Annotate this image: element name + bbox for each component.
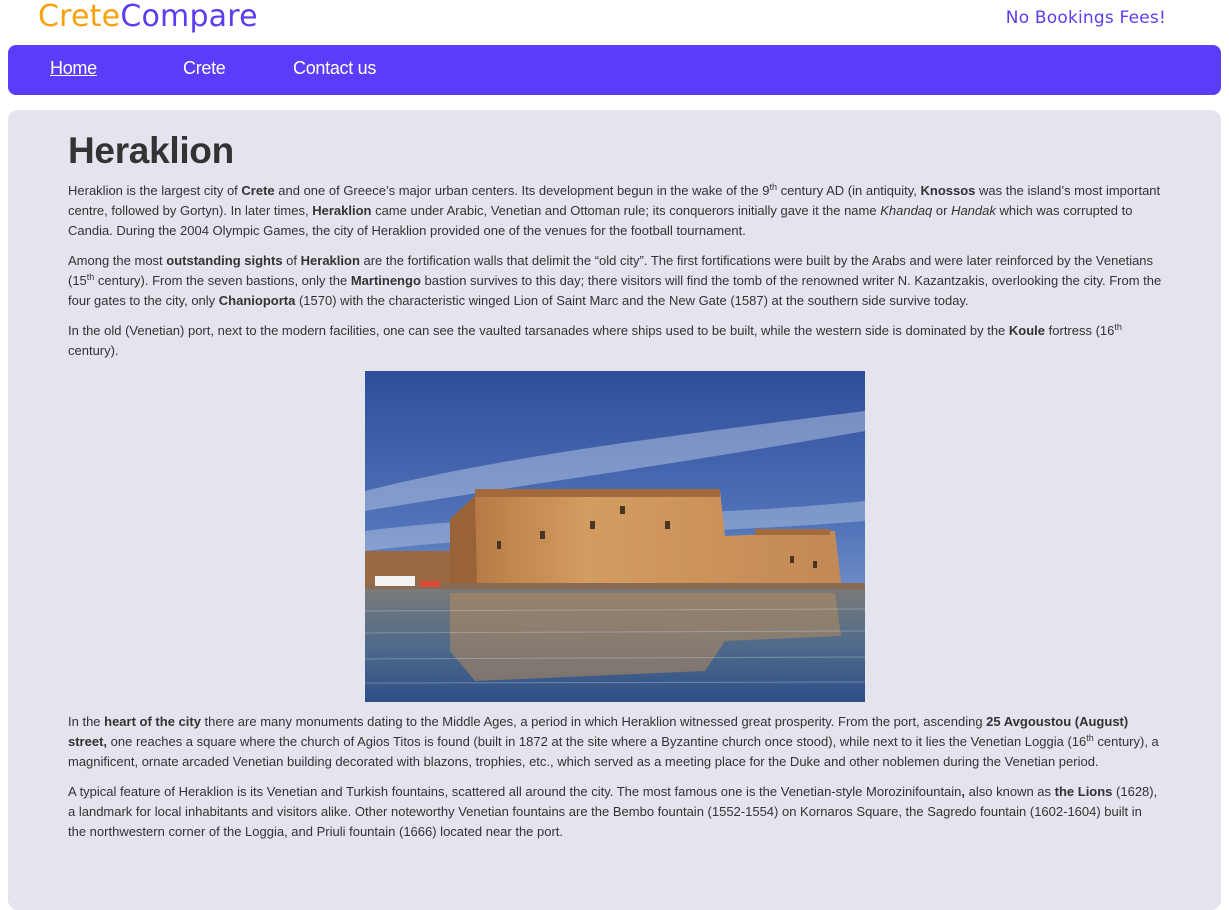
nav-home[interactable]: Home: [50, 58, 97, 79]
paragraph-sights: Among the most outstanding sights of Her…: [68, 251, 1163, 311]
text: In the old (Venetian) port, next to the …: [68, 323, 1009, 338]
bold-text: the Lions: [1054, 784, 1113, 799]
bold-text: Crete: [241, 183, 275, 198]
article: Heraklion Heraklion is the largest city …: [68, 130, 1163, 852]
text: also known as: [965, 784, 1055, 799]
paragraph-heart-of-city: In the heart of the city there are many …: [68, 712, 1163, 772]
koules-fortress-photo: [365, 371, 865, 702]
nav-contact-us[interactable]: Contact us: [293, 58, 376, 79]
text: A typical feature of Heraklion is its Ve…: [68, 784, 962, 799]
main-nav: Home Crete Contact us: [8, 45, 1221, 95]
text: came under Arabic, Venetian and Ottoman …: [371, 203, 881, 218]
bold-text: Chanioporta: [218, 293, 296, 308]
paragraph-intro: Heraklion is the largest city of Crete a…: [68, 181, 1163, 241]
bold-text: heart of the city: [104, 714, 201, 729]
logo-part-compare: Compare: [120, 0, 258, 34]
text: of: [282, 253, 301, 268]
text: century). From the seven bastions, only …: [94, 273, 351, 288]
italic-text: Khandaq: [880, 203, 933, 218]
nav-crete[interactable]: Crete: [183, 58, 226, 79]
text: In the: [68, 714, 105, 729]
superscript: th: [1114, 322, 1122, 332]
bold-text: Martinengo: [350, 273, 421, 288]
page-title: Heraklion: [68, 130, 234, 171]
text: there are many monuments dating to the M…: [200, 714, 987, 729]
text: (1570) with the characteristic winged Li…: [295, 293, 969, 308]
italic-text: Handak: [951, 203, 996, 218]
superscript: th: [1086, 733, 1094, 743]
bold-text: outstanding sights: [166, 253, 283, 268]
paragraph-fountains: A typical feature of Heraklion is its Ve…: [68, 782, 1163, 842]
logo-part-crete: Crete: [38, 0, 121, 34]
text: or: [932, 203, 952, 218]
text: one reaches a square where the church of…: [107, 734, 1087, 749]
superscript: th: [769, 182, 777, 192]
text: century AD (in antiquity,: [776, 183, 921, 198]
text: and one of Greece’s major urban centers.…: [274, 183, 770, 198]
site-header: CreteCompare No Bookings Fees!: [0, 0, 1229, 45]
text: Among the most: [68, 253, 167, 268]
site-logo[interactable]: CreteCompare: [38, 0, 258, 37]
bold-text: Koule: [1008, 323, 1046, 338]
promo-text: No Bookings Fees!: [1005, 8, 1166, 28]
bold-text: Knossos: [920, 183, 976, 198]
text: Heraklion is the largest city of: [68, 183, 242, 198]
bold-text: Heraklion: [312, 203, 372, 218]
text: century).: [68, 343, 119, 358]
paragraph-port: In the old (Venetian) port, next to the …: [68, 321, 1163, 361]
text: fortress (16: [1045, 323, 1115, 338]
main-content: Heraklion Heraklion is the largest city …: [8, 110, 1221, 910]
bold-text: Heraklion: [300, 253, 360, 268]
